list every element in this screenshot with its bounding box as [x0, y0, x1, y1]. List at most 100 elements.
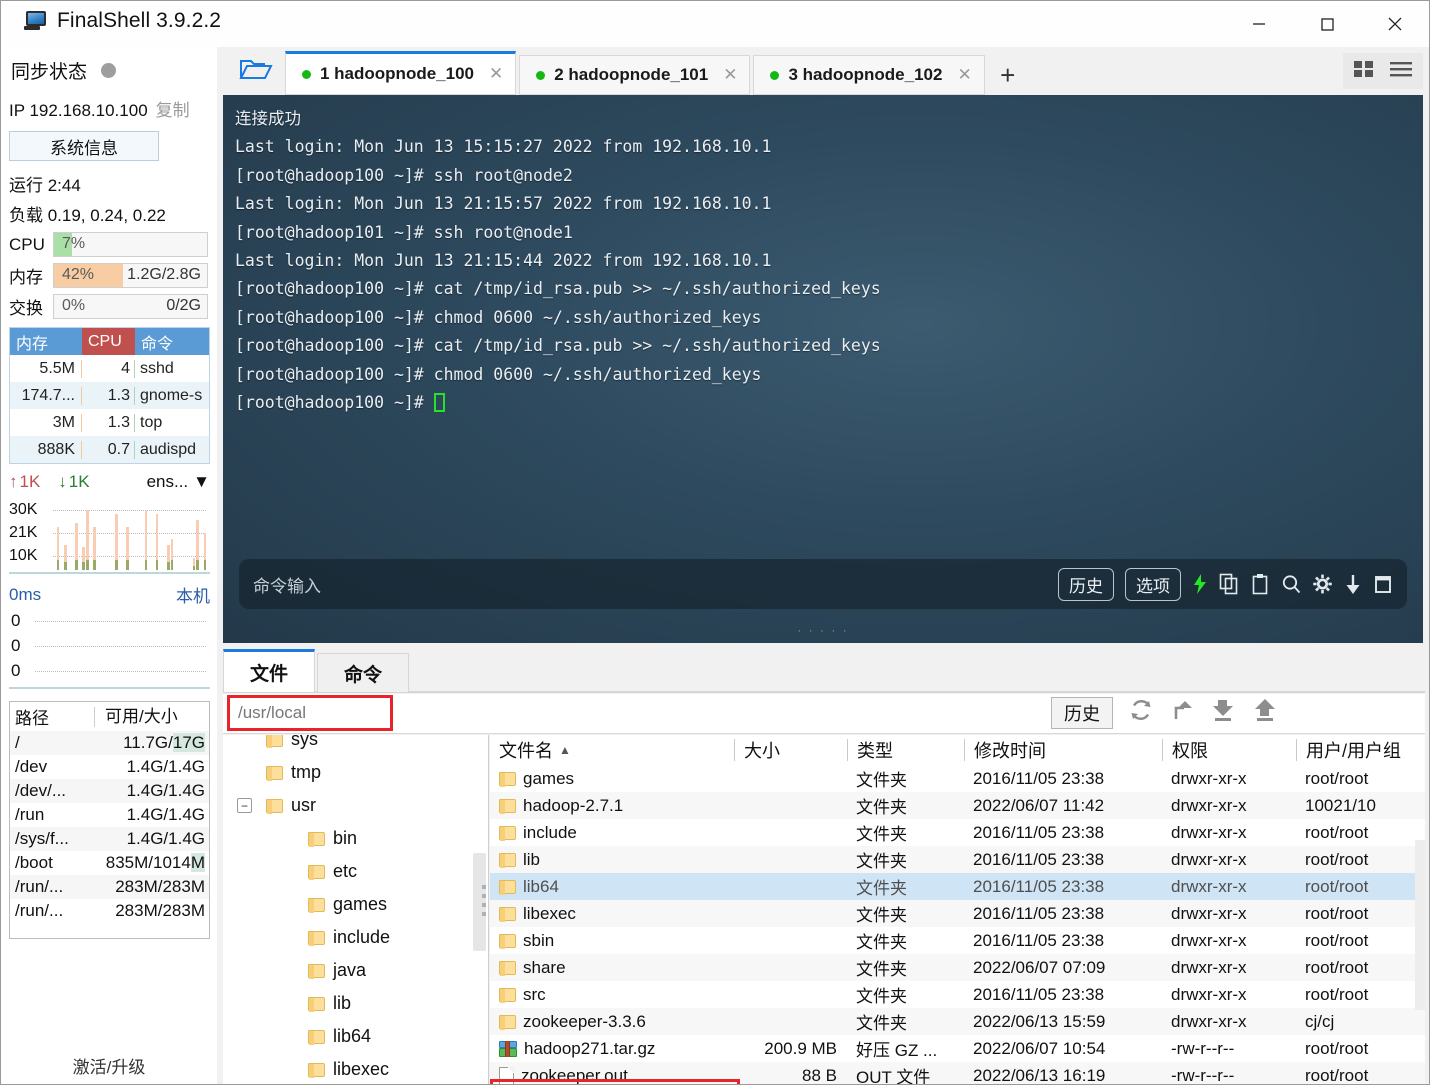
process-row[interactable]: 888K 0.7 audispd: [10, 436, 209, 463]
file-user-cell: cj/cj: [1305, 1011, 1335, 1031]
session-tab-3[interactable]: 3 hadoopnode_102 ✕: [753, 55, 985, 95]
tree-node-include[interactable]: include: [223, 921, 488, 954]
file-user-cell: root/root: [1305, 1065, 1369, 1085]
file-row[interactable]: hadoop-2.7.1 文件夹 2022/06/07 11:42 drwxr-xr-…: [490, 792, 1429, 819]
session-tab-2[interactable]: 2 hadoopnode_101 ✕: [519, 55, 751, 95]
file-row[interactable]: include 文件夹 2016/11/05 23:38 drwxr-xr-x root…: [490, 819, 1429, 846]
maximize-button[interactable]: [1293, 1, 1361, 47]
panel-resize-grip[interactable]: · · · · ·: [797, 623, 848, 637]
file-col-name[interactable]: 文件名 ▲: [490, 739, 734, 761]
activate-upgrade-link[interactable]: 激活/升级: [1, 1053, 217, 1078]
copy-icon[interactable]: [1219, 573, 1239, 595]
disk-row[interactable]: /boot 835M/1014M: [10, 851, 209, 875]
network-interface-selector[interactable]: ens... ▼: [147, 472, 210, 492]
close-tab-icon[interactable]: ✕: [723, 65, 737, 85]
terminal-line: [root@hadoop100 ~]# cat /tmp/id_rsa.pub …: [235, 279, 881, 299]
process-row[interactable]: 174.7... 1.3 gnome-s: [10, 382, 209, 409]
terminal-lines: 连接成功 Last login: Mon Jun 13 15:15:27 2022…: [235, 105, 1415, 417]
meter-swap: 交换 0% 0/2G: [9, 294, 217, 319]
process-col-memory[interactable]: 内存: [10, 328, 82, 355]
file-row[interactable]: src 文件夹 2016/11/05 23:38 drwxr-xr-x root/roo…: [490, 981, 1429, 1008]
tree-node-etc[interactable]: etc: [223, 855, 488, 888]
file-list[interactable]: 文件名 ▲ 大小 类型 修改时间 权限 用户/用户组 games 文件夹 2016/1…: [490, 735, 1429, 1085]
file-row[interactable]: hadoop271.tar.gz 200.9 MB 好压 GZ ... 2022/06…: [490, 1035, 1429, 1062]
new-tab-button[interactable]: +: [988, 55, 1028, 95]
disk-row[interactable]: /dev/... 1.4G/1.4G: [10, 779, 209, 803]
close-button[interactable]: [1361, 1, 1429, 47]
command-input-bar[interactable]: 命令输入 历史 选项: [239, 559, 1407, 609]
tree-node-lib64[interactable]: lib64: [223, 1020, 488, 1053]
disk-row[interactable]: /dev 1.4G/1.4G: [10, 755, 209, 779]
command-input[interactable]: 命令输入: [253, 572, 321, 597]
open-folder-icon[interactable]: [239, 55, 273, 87]
tree-node-games[interactable]: games: [223, 888, 488, 921]
grid-view-icon[interactable]: [1353, 59, 1375, 83]
tree-node-bin[interactable]: bin: [223, 822, 488, 855]
file-row[interactable]: games 文件夹 2016/11/05 23:38 drwxr-xr-x root/r…: [490, 765, 1429, 792]
close-tab-icon[interactable]: ✕: [957, 65, 971, 85]
terminal-history-button[interactable]: 历史: [1058, 567, 1114, 601]
network-bar: [86, 510, 89, 570]
meter-label: 内存: [9, 268, 43, 287]
terminal-options-button[interactable]: 选项: [1125, 567, 1181, 601]
tree-node-java[interactable]: java: [223, 954, 488, 987]
file-row[interactable]: libexec 文件夹 2016/11/05 23:38 drwxr-xr-x root…: [490, 900, 1429, 927]
path-input[interactable]: /usr/local: [227, 695, 393, 731]
minimize-button[interactable]: [1225, 1, 1293, 47]
window-toggle-icon[interactable]: [1373, 573, 1393, 595]
download-file-icon[interactable]: [1211, 698, 1235, 726]
upload-file-icon[interactable]: [1253, 698, 1277, 726]
file-row[interactable]: zookeeper.out 88 B OUT 文件 2022/06/13 16:19 -…: [490, 1062, 1429, 1085]
terminal-output[interactable]: 连接成功 Last login: Mon Jun 13 15:15:27 2022…: [223, 95, 1423, 643]
download-rate: ↓ 1K: [58, 472, 90, 491]
refresh-icon[interactable]: [1129, 698, 1153, 726]
disk-row[interactable]: /run 1.4G/1.4G: [10, 803, 209, 827]
disk-row[interactable]: /run/... 283M/283M: [10, 875, 209, 899]
file-col-permission[interactable]: 权限: [1162, 739, 1296, 761]
file-col-type[interactable]: 类型: [847, 739, 964, 761]
tree-node-libexec[interactable]: libexec: [223, 1053, 488, 1084]
session-tab-1[interactable]: 1 hadoopnode_100 ✕: [285, 51, 517, 95]
gear-icon[interactable]: [1312, 573, 1333, 595]
file-row[interactable]: zookeeper-3.3.6 文件夹 2022/06/13 15:59 drwxr-…: [490, 1008, 1429, 1035]
process-col-cpu[interactable]: CPU: [82, 328, 135, 355]
file-row[interactable]: sbin 文件夹 2016/11/05 23:38 drwxr-xr-x root/ro…: [490, 927, 1429, 954]
uptime-label: 运行 2:44: [9, 176, 81, 195]
file-history-button[interactable]: 历史: [1051, 697, 1113, 729]
tree-node-usr[interactable]: − usr: [223, 789, 488, 822]
tree-toggle-icon[interactable]: −: [237, 798, 252, 813]
file-type-cell: 文件夹: [856, 933, 907, 952]
tree-node-tmp[interactable]: tmp: [223, 756, 488, 789]
file-col-size[interactable]: 大小: [734, 739, 847, 761]
session-tab-label: 1 hadoopnode_100: [320, 64, 474, 83]
disk-row[interactable]: /sys/f... 1.4G/1.4G: [10, 827, 209, 851]
system-info-button[interactable]: 系统信息: [9, 131, 159, 161]
process-row[interactable]: 5.5M 4 sshd: [10, 355, 209, 382]
ping-host-label[interactable]: 本机: [176, 582, 210, 607]
disk-row[interactable]: / 11.7G/17G: [10, 731, 209, 755]
disk-row[interactable]: /run/... 283M/283M: [10, 899, 209, 923]
file-col-time[interactable]: 修改时间: [964, 739, 1162, 761]
file-panel-tab-2[interactable]: 命令: [317, 653, 409, 693]
search-icon[interactable]: [1281, 573, 1301, 595]
tree-node-lib[interactable]: lib: [223, 987, 488, 1020]
parent-directory-icon[interactable]: [1171, 698, 1193, 726]
paste-icon[interactable]: [1250, 573, 1270, 595]
process-row[interactable]: 3M 1.3 top: [10, 409, 209, 436]
process-command: sshd: [140, 359, 174, 377]
process-col-command[interactable]: 命令: [135, 328, 209, 355]
lightning-icon[interactable]: [1192, 573, 1208, 595]
file-panel-tab-1[interactable]: 文件: [223, 649, 315, 693]
tree-node-sys[interactable]: sys: [223, 735, 488, 756]
file-row[interactable]: share 文件夹 2022/06/07 07:09 drwxr-xr-x root/r…: [490, 954, 1429, 981]
file-row[interactable]: lib64 文件夹 2016/11/05 23:38 drwxr-xr-x root/r…: [490, 873, 1429, 900]
download-arrow-icon[interactable]: [1344, 573, 1362, 595]
directory-tree[interactable]: sys tmp − usr bin etc games include java lib lib64…: [223, 735, 489, 1084]
list-menu-icon[interactable]: [1389, 59, 1413, 83]
file-col-user[interactable]: 用户/用户组: [1296, 739, 1429, 761]
file-time-cell: 2022/06/13 15:59: [973, 1011, 1106, 1031]
close-tab-icon[interactable]: ✕: [489, 64, 503, 84]
copy-ip-button[interactable]: 复制: [156, 101, 190, 120]
file-user-cell: root/root: [1305, 957, 1369, 977]
file-row[interactable]: lib 文件夹 2016/11/05 23:38 drwxr-xr-x root/roo…: [490, 846, 1429, 873]
